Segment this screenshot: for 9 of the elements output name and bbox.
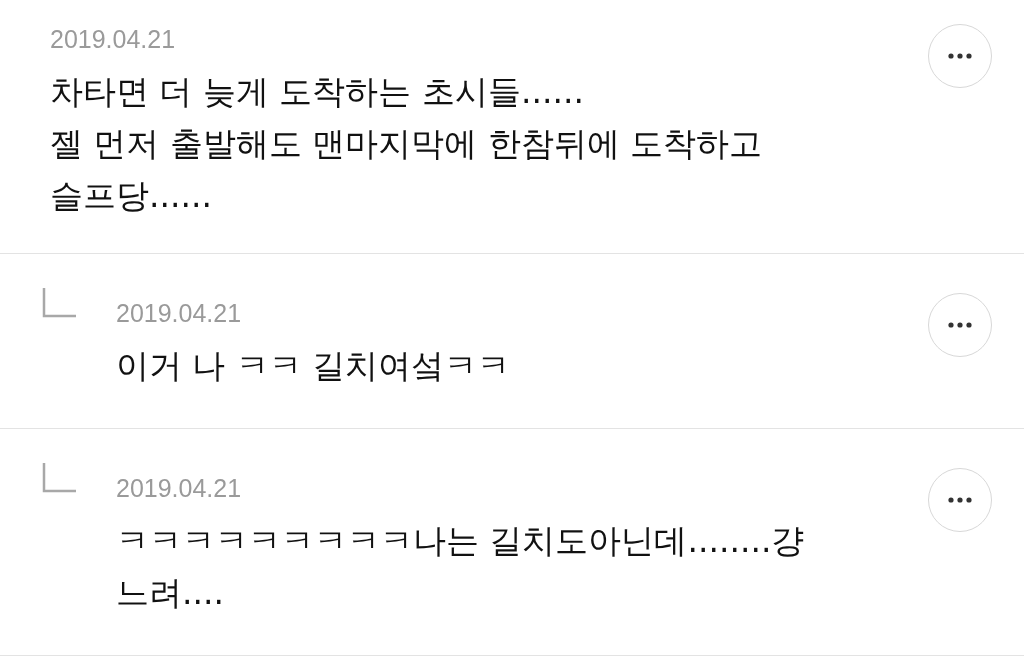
comment-date: 2019.04.21 (50, 24, 177, 54)
more-icon (948, 497, 972, 503)
more-icon (948, 322, 972, 328)
comment-date: 2019.04.21 (116, 473, 243, 503)
comment-date: 2019.04.21 (116, 298, 243, 328)
comment-text: 이거 나 ㅋㅋ 길치여섴ㅋㅋ (116, 345, 512, 387)
comment-text: 차타면 더 늦게 도착하는 초시들...... 젤 먼저 출발해도 맨마지막에 한참뒤에 도착하고 슬프당...... (50, 71, 764, 217)
more-icon (948, 53, 972, 59)
comment-text: ㅋㅋㅋㅋㅋㅋㅋㅋㅋ나는 길치도아닌데........걍 느려.... (116, 520, 806, 614)
